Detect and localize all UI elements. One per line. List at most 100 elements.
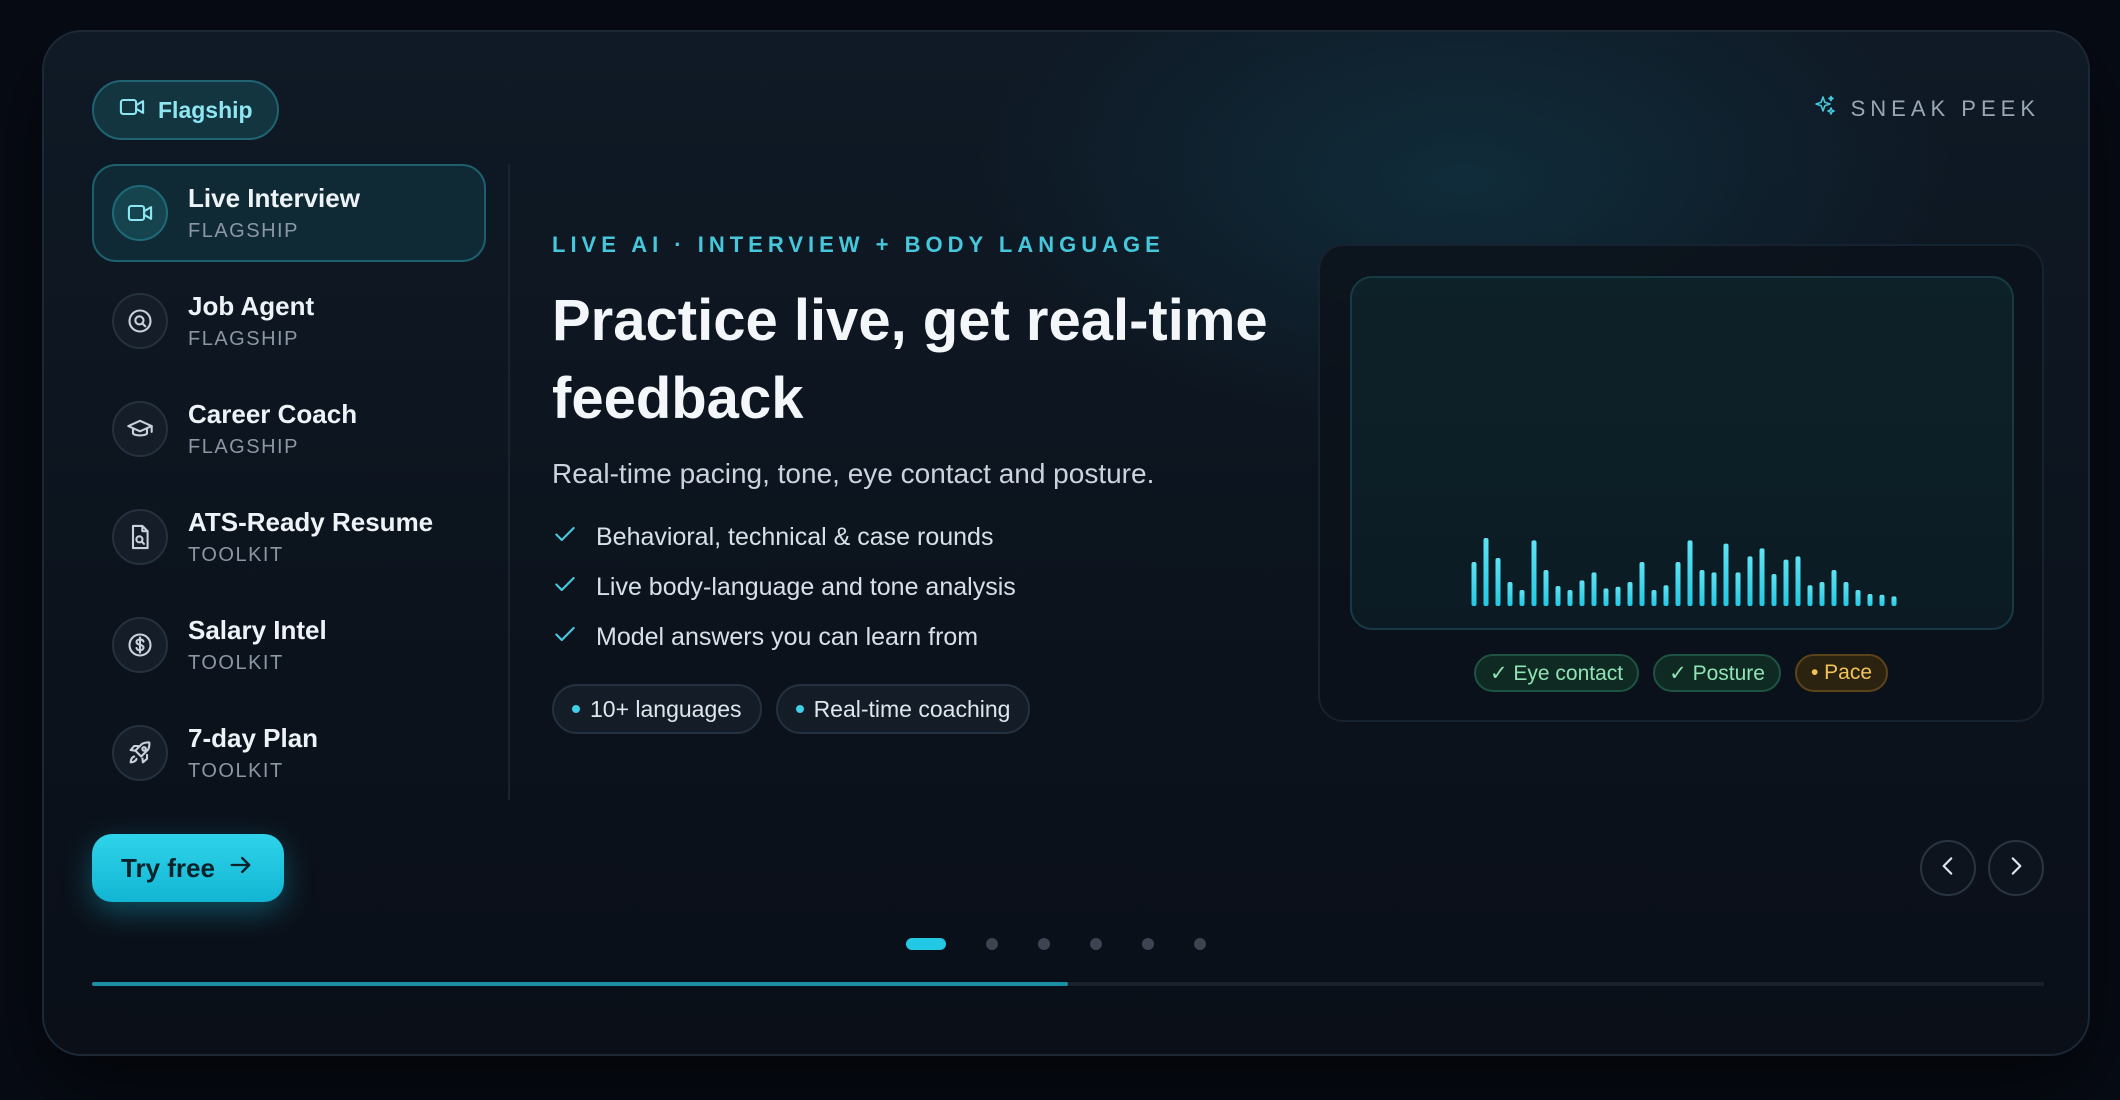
waveform-bar bbox=[1747, 556, 1753, 606]
sidebar-item-tag: TOOLKIT bbox=[188, 652, 284, 674]
waveform-bar bbox=[1891, 596, 1897, 606]
checklist-text: Model answers you can learn from bbox=[596, 622, 979, 651]
subline: Real-time pacing, tone, eye contact and … bbox=[552, 458, 1155, 489]
waveform-bar bbox=[1867, 594, 1873, 606]
pager-dot[interactable] bbox=[1038, 938, 1050, 950]
sidebar-item-title: ATS-Ready Resume bbox=[188, 507, 434, 537]
waveform-bar bbox=[1699, 570, 1705, 606]
waveform-bar bbox=[1507, 582, 1513, 606]
sidebar-item-job-agent[interactable]: Job Agent FLAGSHIP bbox=[92, 272, 486, 370]
waveform-bar bbox=[1483, 538, 1489, 606]
waveform-bar bbox=[1855, 590, 1861, 606]
waveform-bar bbox=[1639, 562, 1645, 606]
waveform-bar bbox=[1543, 570, 1549, 606]
sneak-peek-label: SNEAK PEEK bbox=[1850, 96, 2040, 121]
search-circle-icon bbox=[112, 293, 168, 349]
waveform-bar bbox=[1579, 580, 1585, 606]
sidebar-item-tag: FLAGSHIP bbox=[188, 328, 299, 350]
checklist-text: Live body-language and tone analysis bbox=[596, 572, 1016, 601]
arrow-right-icon bbox=[227, 851, 255, 886]
waveform-bar bbox=[1591, 572, 1597, 606]
waveform-bar bbox=[1843, 582, 1849, 606]
sidebar-item-title: 7-day Plan bbox=[188, 723, 319, 753]
waveform-bar bbox=[1615, 586, 1621, 606]
feature-checklist: Behavioral, technical & case rounds Live… bbox=[552, 512, 1312, 662]
pill-pace: • Pace bbox=[1794, 654, 1889, 692]
waveform-bar bbox=[1531, 540, 1537, 606]
carousel-card: Flagship SNEAK PEEK Live Interview FLAGS… bbox=[42, 30, 2090, 1056]
waveform-bar bbox=[1819, 582, 1825, 606]
rocket-icon bbox=[112, 725, 168, 781]
sidebar-item-7-day-plan[interactable]: 7-day Plan TOOLKIT bbox=[92, 704, 486, 802]
graduation-cap-icon bbox=[112, 401, 168, 457]
flagship-badge: Flagship bbox=[92, 80, 279, 140]
pager-dot[interactable] bbox=[1142, 938, 1154, 950]
audio-waveform bbox=[1471, 538, 1897, 606]
pager-dot[interactable] bbox=[986, 938, 998, 950]
feature-sidebar: Live Interview FLAGSHIP Job Agent FLAGSH… bbox=[92, 164, 486, 812]
feature-chips: 10+ languages Real-time coaching bbox=[552, 684, 1312, 734]
waveform-bar bbox=[1735, 572, 1741, 606]
chevron-left-icon bbox=[1935, 853, 1961, 884]
headline: Practice live, get real-time feedback bbox=[552, 288, 1268, 431]
try-free-button[interactable]: Try free bbox=[92, 834, 284, 902]
waveform-bar bbox=[1471, 562, 1477, 606]
next-slide-button[interactable] bbox=[1988, 840, 2044, 896]
waveform-bar bbox=[1555, 586, 1561, 606]
chip-label: Real-time coaching bbox=[813, 695, 1011, 722]
sidebar-item-tag: FLAGSHIP bbox=[188, 436, 299, 458]
waveform-bar bbox=[1879, 594, 1885, 606]
sidebar-item-tag: FLAGSHIP bbox=[188, 220, 299, 242]
chip-coaching: Real-time coaching bbox=[775, 684, 1031, 734]
pill-eye-contact: ✓ Eye contact bbox=[1473, 654, 1640, 692]
sidebar-item-title: Job Agent bbox=[188, 291, 315, 321]
previous-slide-button[interactable] bbox=[1920, 840, 1976, 896]
sidebar-item-salary-intel[interactable]: Salary Intel TOOLKIT bbox=[92, 596, 486, 694]
waveform-bar bbox=[1663, 585, 1669, 606]
sidebar-item-live-interview[interactable]: Live Interview FLAGSHIP bbox=[92, 164, 486, 262]
pager-dot[interactable] bbox=[1194, 938, 1206, 950]
slide-progress-track bbox=[92, 982, 2044, 986]
waveform-bar bbox=[1759, 548, 1765, 606]
checklist-text: Behavioral, technical & case rounds bbox=[596, 522, 994, 551]
sidebar-item-ats-resume[interactable]: ATS-Ready Resume TOOLKIT bbox=[92, 488, 486, 586]
waveform-bar bbox=[1795, 556, 1801, 606]
waveform-bar bbox=[1711, 572, 1717, 606]
eyebrow-text: LIVE AI · INTERVIEW + BODY LANGUAGE bbox=[552, 232, 1165, 257]
waveform-bar bbox=[1495, 558, 1501, 606]
feedback-pills: ✓ Eye contact ✓ Posture • Pace bbox=[1320, 654, 2042, 692]
cta-label: Try free bbox=[121, 852, 215, 883]
sidebar-item-title: Career Coach bbox=[188, 399, 358, 429]
check-icon bbox=[552, 571, 578, 604]
waveform-bar bbox=[1807, 585, 1813, 606]
waveform-bar bbox=[1687, 540, 1693, 606]
sparkle-icon bbox=[1813, 94, 1837, 124]
waveform-bar bbox=[1567, 590, 1573, 606]
waveform-bar bbox=[1627, 582, 1633, 606]
checklist-item: Model answers you can learn from bbox=[552, 612, 1312, 662]
sidebar-item-tag: TOOLKIT bbox=[188, 760, 284, 782]
waveform-bar bbox=[1651, 590, 1657, 606]
chip-languages: 10+ languages bbox=[552, 684, 762, 734]
checklist-item: Live body-language and tone analysis bbox=[552, 562, 1312, 612]
slide-progress-fill bbox=[92, 982, 1068, 986]
chip-dot bbox=[795, 705, 804, 713]
waveform-bar bbox=[1771, 574, 1777, 606]
chip-dot bbox=[572, 705, 580, 713]
waveform-bar bbox=[1723, 543, 1729, 606]
feature-content: LIVE AI · INTERVIEW + BODY LANGUAGE Prac… bbox=[552, 232, 1312, 734]
sidebar-item-career-coach[interactable]: Career Coach FLAGSHIP bbox=[92, 380, 486, 478]
chevron-right-icon bbox=[2003, 853, 2029, 884]
waveform-bar bbox=[1519, 590, 1525, 606]
video-camera-icon bbox=[118, 93, 146, 127]
pager-dot[interactable] bbox=[1090, 938, 1102, 950]
chip-label: 10+ languages bbox=[590, 695, 742, 722]
checklist-item: Behavioral, technical & case rounds bbox=[552, 512, 1312, 562]
sidebar-item-title: Salary Intel bbox=[188, 615, 327, 645]
check-icon bbox=[552, 521, 578, 554]
sidebar-divider bbox=[508, 164, 510, 800]
waveform-bar bbox=[1783, 559, 1789, 606]
video-preview-screen bbox=[1350, 276, 2014, 630]
pager-dot[interactable] bbox=[906, 938, 946, 950]
dollar-circle-icon bbox=[112, 617, 168, 673]
